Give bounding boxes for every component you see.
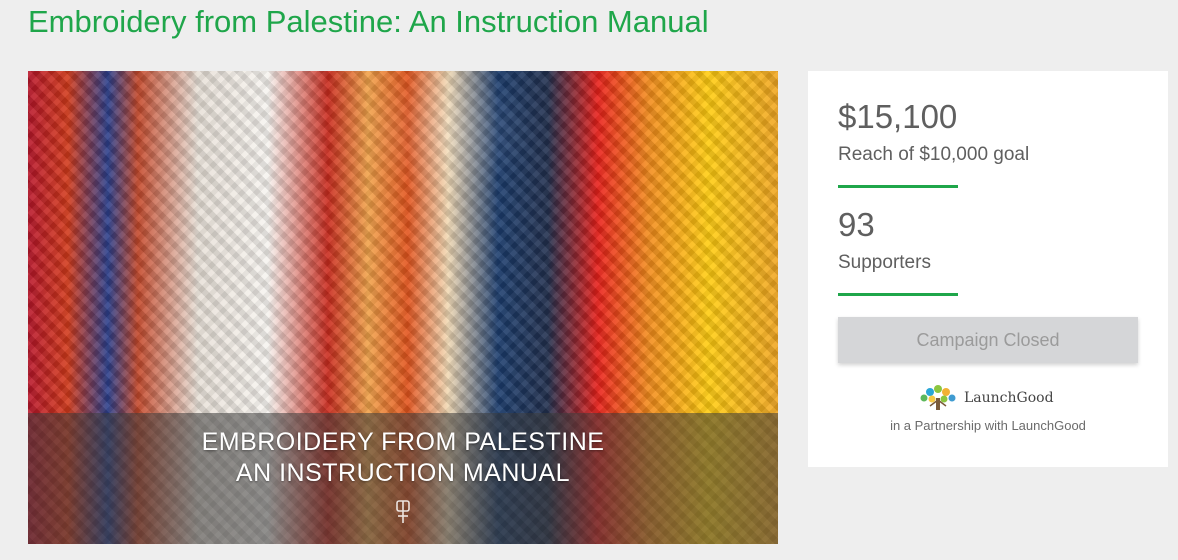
campaign-closed-button[interactable]: Campaign Closed bbox=[838, 317, 1138, 363]
divider bbox=[838, 185, 958, 188]
amount-raised: $15,100 bbox=[838, 98, 958, 135]
supporters-count: 93 bbox=[838, 206, 875, 243]
supporters-label: Supporters bbox=[838, 252, 931, 273]
launchgood-logo[interactable]: LaunchGood bbox=[918, 384, 1054, 412]
hero-caption-line-2: AN INSTRUCTION MANUAL bbox=[235, 459, 571, 487]
emblem-icon bbox=[396, 500, 410, 523]
divider bbox=[838, 293, 958, 296]
campaign-hero-image: EMBROIDERY FROM PALESTINE AN INSTRUCTION… bbox=[28, 71, 778, 544]
hero-caption: EMBROIDERY FROM PALESTINE AN INSTRUCTION… bbox=[28, 427, 778, 489]
partnership-text: in a Partnership with LaunchGood bbox=[890, 418, 1086, 433]
tree-icon bbox=[920, 385, 956, 410]
campaign-stats-panel: $15,100 Reach of $10,000 goal 93 Support… bbox=[808, 71, 1168, 467]
hero-caption-line-1: EMBROIDERY FROM PALESTINE bbox=[201, 428, 605, 456]
campaign-title: Embroidery from Palestine: An Instructio… bbox=[28, 4, 709, 39]
goal-text: Reach of $10,000 goal bbox=[838, 144, 1030, 165]
launchgood-name: LaunchGood bbox=[964, 390, 1054, 406]
